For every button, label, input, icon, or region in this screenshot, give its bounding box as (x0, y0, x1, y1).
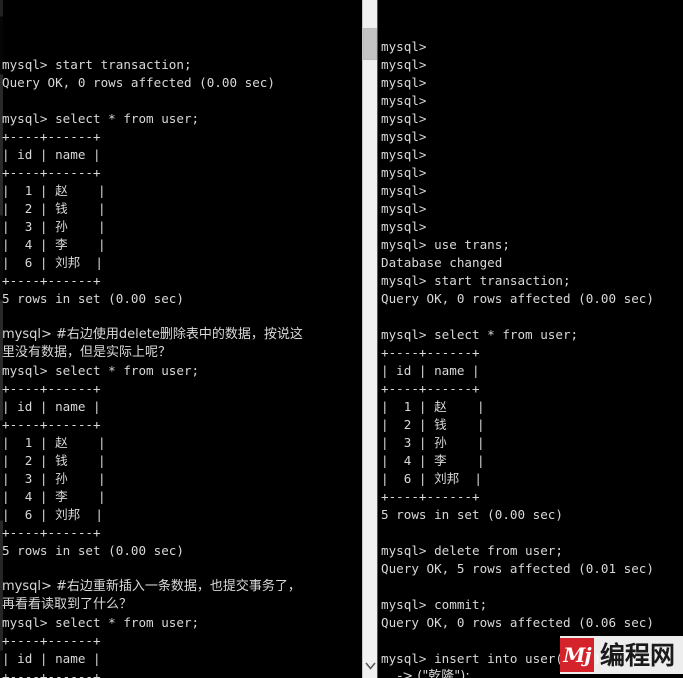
terminal-line: | 2 | 钱 | (381, 417, 485, 432)
terminal-line: +----+------+ (2, 129, 101, 144)
terminal-line: | 6 | 刘邦 | (2, 255, 104, 270)
terminal-line: +----+------+ (2, 381, 101, 396)
terminal-line: | id | name | (2, 147, 101, 162)
terminal-line: mysql> (381, 147, 427, 162)
terminal-line: mysql> start transaction; (381, 273, 571, 288)
terminal-line: | 6 | 刘邦 | (2, 507, 104, 522)
terminal-line: mysql> select * from user; (2, 615, 200, 630)
terminal-line: | 4 | 李 | (2, 489, 106, 504)
terminal-line: Query OK, 0 rows affected (0.06 sec) (381, 615, 654, 630)
terminal-line: mysql> (381, 183, 427, 198)
terminal-line: +----+------+ (381, 345, 480, 360)
terminal-line: Database changed (381, 255, 503, 270)
terminal-line: +----+------+ (2, 273, 101, 288)
terminal-line: | 1 | 赵 | (2, 183, 106, 198)
terminal-line: | id | name | (381, 363, 480, 378)
terminal-line: mysql> (381, 57, 427, 72)
terminal-line: +----+------+ (2, 525, 101, 540)
terminal-line: mysql> #右边使用delete删除表中的数据，按说这 (2, 327, 303, 342)
terminal-line: | id | name | (2, 399, 101, 414)
terminal-line: Query OK, 0 rows affected (0.00 sec) (381, 291, 654, 306)
terminal-line: mysql> (381, 93, 427, 108)
terminal-line: mysql> (381, 111, 427, 126)
scrollbar-thumb[interactable] (363, 28, 377, 60)
terminal-line: mysql> select * from user; (381, 327, 579, 342)
scrollbar-down-button[interactable] (363, 654, 377, 678)
terminal-line: 里没有数据，但是实际上呢？ (2, 345, 172, 360)
terminal-line: +----+------+ (2, 669, 101, 678)
terminal-line: | 1 | 赵 | (2, 435, 106, 450)
terminal-line: +----+------+ (2, 633, 101, 648)
terminal-line: | 3 | 孙 | (2, 471, 106, 486)
terminal-line: 5 rows in set (0.00 sec) (2, 543, 184, 558)
terminal-line: mysql> (381, 165, 427, 180)
terminal-line: +----+------+ (381, 489, 480, 504)
terminal-line: | 6 | 刘邦 | (381, 471, 483, 486)
terminal-line: | 3 | 孙 | (2, 219, 106, 234)
terminal-line: Query OK, 0 rows affected (0.00 sec) (2, 75, 275, 90)
terminal-line: +----+------+ (2, 417, 101, 432)
terminal-line: mysql> (381, 129, 427, 144)
terminal-line: | 4 | 李 | (2, 237, 106, 252)
left-terminal[interactable]: mysql> start transaction; Query OK, 0 row… (0, 0, 362, 678)
screenshot-root: mysql> start transaction; Query OK, 0 row… (0, 0, 683, 678)
terminal-line: mysql> (381, 201, 427, 216)
terminal-line: Query OK, 5 rows affected (0.01 sec) (381, 561, 654, 576)
terminal-line: | 1 | 赵 | (381, 399, 485, 414)
terminal-line: | 2 | 钱 | (2, 453, 106, 468)
terminal-line: mysql> (381, 219, 427, 234)
terminal-line: 5 rows in set (0.00 sec) (2, 291, 184, 306)
left-terminal-output: mysql> start transaction; Query OK, 0 row… (2, 56, 362, 678)
terminal-line: mysql> (381, 75, 427, 90)
terminal-line: 再看看读取到了什么？ (2, 597, 133, 612)
terminal-line: +----+------+ (2, 165, 101, 180)
terminal-line: mysql> use trans; (381, 237, 510, 252)
terminal-line: mysql> select * from user; (2, 111, 200, 126)
watermark-logo-icon: Mj (559, 638, 594, 672)
watermark: Mj 编程网 (559, 636, 683, 674)
chevron-down-icon (364, 662, 376, 670)
terminal-line: | 2 | 钱 | (2, 201, 106, 216)
terminal-line: | 4 | 李 | (381, 453, 485, 468)
terminal-line: mysql> #右边重新插入一条数据，也提交事务了， (2, 579, 301, 594)
right-terminal[interactable]: mysql> mysql> mysql> mysql> mysql> mysql> mysq… (378, 0, 683, 678)
terminal-line: mysql> start transaction; (2, 57, 192, 72)
watermark-text: 编程网 (599, 640, 675, 670)
vertical-scrollbar[interactable] (362, 0, 378, 678)
right-terminal-output: mysql> mysql> mysql> mysql> mysql> mysql> mysq… (381, 38, 683, 678)
terminal-line: +----+------+ (381, 381, 480, 396)
terminal-line: mysql> (381, 39, 427, 54)
terminal-line: | 3 | 孙 | (381, 435, 485, 450)
terminal-line: 5 rows in set (0.00 sec) (381, 507, 563, 522)
terminal-line: mysql> select * from user; (2, 363, 200, 378)
terminal-line: mysql> delete from user; (381, 543, 563, 558)
terminal-line: | id | name | (2, 651, 101, 666)
terminal-line: mysql> commit; (381, 597, 488, 612)
